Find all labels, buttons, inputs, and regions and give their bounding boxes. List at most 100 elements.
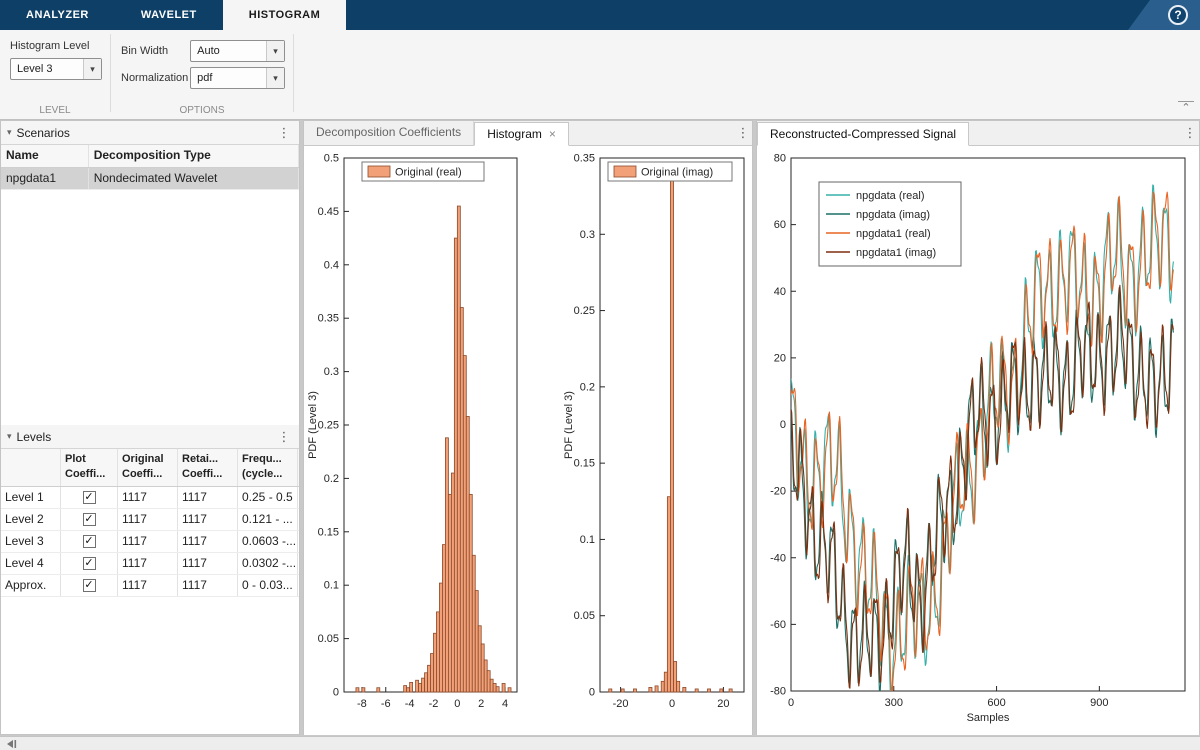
plot-coefficients-checkbox[interactable]: ✓ <box>61 531 118 552</box>
frequency-range-cell: 0.0302 -... <box>238 553 298 574</box>
caret-down-icon: ▾ <box>7 431 12 442</box>
table-row[interactable]: Level 4✓111711170.0302 -... <box>1 553 299 575</box>
bin-width-value: Auto <box>197 45 220 57</box>
plot-coefficients-checkbox[interactable]: ✓ <box>61 575 118 596</box>
svg-text:0.1: 0.1 <box>324 580 339 592</box>
plot-coefficients-checkbox[interactable]: ✓ <box>61 553 118 574</box>
original-coefficients-cell: 1117 <box>118 531 178 552</box>
svg-text:0.35: 0.35 <box>574 153 595 165</box>
kebab-menu-icon[interactable]: ⋮ <box>275 125 293 141</box>
svg-text:-20: -20 <box>613 698 629 710</box>
svg-text:80: 80 <box>774 153 786 165</box>
tab-reconstructed-compressed-signal[interactable]: Reconstructed-Compressed Signal <box>757 122 969 146</box>
svg-text:npgdata1 (real): npgdata1 (real) <box>856 228 931 240</box>
table-row[interactable]: Level 3✓111711170.0603 -... <box>1 531 299 553</box>
checkbox-check-icon: ✓ <box>83 513 96 526</box>
levels-column-header[interactable]: PlotCoeffi... <box>61 449 118 486</box>
table-row[interactable]: npgdata1Nondecimated Wavelet <box>1 168 299 190</box>
normalization-value: pdf <box>197 72 212 84</box>
svg-text:60: 60 <box>774 219 786 231</box>
bin-width-label: Bin Width <box>121 45 190 57</box>
normalization-dropdown[interactable]: pdf ▾ <box>190 67 285 89</box>
checkbox-check-icon: ✓ <box>83 557 96 570</box>
scenarios-header[interactable]: ▾ Scenarios ⋮ <box>1 121 299 145</box>
svg-text:-8: -8 <box>357 698 367 710</box>
svg-text:PDF (Level 3): PDF (Level 3) <box>563 391 575 459</box>
scenario-name-cell: npgdata1 <box>1 168 89 189</box>
scenarios-title: Scenarios <box>17 126 70 140</box>
table-row[interactable]: Level 1✓111711170.25 - 0.5 <box>1 487 299 509</box>
retained-coefficients-cell: 1117 <box>178 487 238 508</box>
levels-column-header[interactable]: OriginalCoeffi... <box>118 449 178 486</box>
svg-text:-2: -2 <box>429 698 439 710</box>
kebab-menu-icon[interactable]: ⋮ <box>734 125 752 141</box>
svg-text:-60: -60 <box>770 619 786 631</box>
svg-text:300: 300 <box>885 697 903 709</box>
levels-table-head: PlotCoeffi...OriginalCoeffi...Retai...Co… <box>1 449 299 487</box>
svg-text:0.25: 0.25 <box>318 420 339 432</box>
plot-coefficients-checkbox[interactable]: ✓ <box>61 487 118 508</box>
collapse-ribbon-icon[interactable]: ⌃ <box>1178 101 1194 115</box>
collapse-left-icon[interactable] <box>5 739 17 749</box>
browser-panel: ▾ Scenarios ⋮ Name Decomposition Type np… <box>0 120 300 735</box>
signal-plot-canvas: -80-60-40-200204060800300600900Samplesnp… <box>757 146 1200 735</box>
frequency-range-cell: 0 - 0.03... <box>238 575 298 596</box>
svg-text:40: 40 <box>774 286 786 298</box>
table-row[interactable]: Approx.✓111711170 - 0.03... <box>1 575 299 597</box>
column-header-name[interactable]: Name <box>1 145 89 167</box>
svg-text:0.15: 0.15 <box>318 526 339 538</box>
help-wedge <box>1128 0 1200 30</box>
levels-column-header[interactable]: Retai...Coeffi... <box>178 449 238 486</box>
svg-text:-80: -80 <box>770 686 786 698</box>
table-row[interactable]: Level 2✓111711170.121 - ... <box>1 509 299 531</box>
original-coefficients-cell: 1117 <box>118 553 178 574</box>
svg-text:900: 900 <box>1090 697 1108 709</box>
chevron-down-icon: ▾ <box>266 68 284 88</box>
ribbon-separator <box>293 34 294 112</box>
svg-text:0.3: 0.3 <box>580 229 595 241</box>
levels-table-body: Level 1✓111711170.25 - 0.5Level 2✓111711… <box>1 487 299 597</box>
close-tab-icon[interactable]: × <box>549 127 556 141</box>
levels-column-header[interactable]: Frequ...(cycle... <box>238 449 298 486</box>
level-label-cell: Level 1 <box>1 487 61 508</box>
normalization-label: Normalization <box>121 72 190 84</box>
column-header-decomposition-type[interactable]: Decomposition Type <box>89 145 299 167</box>
levels-header[interactable]: ▾ Levels ⋮ <box>1 425 299 449</box>
levels-title: Levels <box>17 430 52 444</box>
signal-plot-area: -80-60-40-200204060800300600900Samplesnp… <box>757 146 1199 735</box>
help-icon[interactable]: ? <box>1168 5 1188 25</box>
histogram-level-dropdown[interactable]: Level 3 ▾ <box>10 58 102 80</box>
histogram-level-value: Level 3 <box>17 63 52 75</box>
svg-text:npgdata (real): npgdata (real) <box>856 190 925 202</box>
status-bar <box>0 736 1200 750</box>
original-coefficients-cell: 1117 <box>118 487 178 508</box>
histogram-plots-area: 00.050.10.150.20.250.30.350.40.450.5-8-6… <box>304 146 752 735</box>
svg-text:-40: -40 <box>770 552 786 564</box>
levels-column-header[interactable] <box>1 449 61 486</box>
svg-text:0.05: 0.05 <box>318 633 339 645</box>
tab-decomposition-coefficients[interactable]: Decomposition Coefficients <box>304 121 474 145</box>
svg-text:PDF (Level 3): PDF (Level 3) <box>307 391 319 459</box>
retained-coefficients-cell: 1117 <box>178 575 238 596</box>
ribbon: Histogram Level Level 3 ▾ LEVEL Bin Widt… <box>0 30 1200 120</box>
ribbon-section-options: Bin Width Auto ▾ Normalization pdf ▾ OPT… <box>111 30 293 119</box>
svg-text:0.35: 0.35 <box>318 313 339 325</box>
level-label-cell: Level 4 <box>1 553 61 574</box>
retained-coefficients-cell: 1117 <box>178 509 238 530</box>
ribbon-section-level: Histogram Level Level 3 ▾ LEVEL <box>0 30 110 119</box>
tab-wavelet[interactable]: WAVELET <box>115 0 223 30</box>
svg-text:0.3: 0.3 <box>324 366 339 378</box>
svg-text:4: 4 <box>502 698 508 710</box>
svg-text:-6: -6 <box>381 698 391 710</box>
scenarios-table-body: npgdata1Nondecimated Wavelet <box>1 168 299 190</box>
tab-histogram-doc[interactable]: Histogram× <box>474 122 569 146</box>
kebab-menu-icon[interactable]: ⋮ <box>1181 125 1199 141</box>
bin-width-dropdown[interactable]: Auto ▾ <box>190 40 285 62</box>
plot-coefficients-checkbox[interactable]: ✓ <box>61 509 118 530</box>
tab-histogram[interactable]: HISTOGRAM <box>223 0 347 30</box>
svg-text:0: 0 <box>788 697 794 709</box>
svg-text:20: 20 <box>774 352 786 364</box>
tab-analyzer[interactable]: ANALYZER <box>0 0 115 30</box>
svg-text:0: 0 <box>780 419 786 431</box>
kebab-menu-icon[interactable]: ⋮ <box>275 429 293 445</box>
